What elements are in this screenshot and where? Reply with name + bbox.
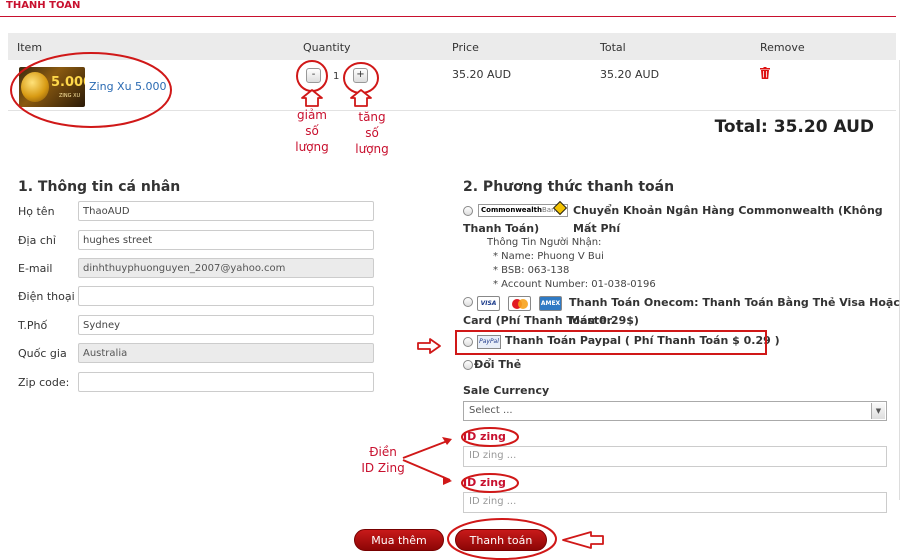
email-field[interactable]: [78, 258, 374, 278]
payment-method-title: 2. Phương thức thanh toán: [463, 179, 675, 195]
coins-graphic: [21, 72, 49, 102]
label-phone: Điện thoại: [18, 290, 75, 303]
annotation-decrease: giảm số lượng: [295, 108, 329, 154]
zip-input[interactable]: [78, 372, 374, 392]
chevron-down-icon[interactable]: ▼: [871, 403, 885, 419]
mastercard-icon: [508, 296, 531, 311]
label-address: Địa chỉ: [18, 234, 56, 247]
product-image-subtext: ZING XU: [59, 93, 81, 99]
label-fullname: Họ tên: [18, 205, 55, 218]
sale-currency-value: Select ...: [469, 405, 513, 416]
cart-table-header: Item Quantity Price Total Remove: [8, 33, 896, 60]
col-item: Item: [17, 41, 43, 54]
card-payment-label-2: Card (Phí Thanh Toán 0.29$): [463, 314, 639, 327]
paypal-icon: PayPal: [477, 335, 501, 349]
city-input[interactable]: [78, 315, 374, 335]
id-zing-label-1: ID zing: [463, 430, 506, 443]
product-name-link[interactable]: Zing Xu 5.000: [89, 80, 167, 93]
decrease-quantity-button[interactable]: -: [306, 68, 321, 83]
card-exchange-label: Đổi Thẻ: [474, 358, 522, 371]
quantity-value: 1: [333, 71, 340, 82]
receiver-bsb: * BSB: 063-138: [493, 265, 570, 276]
cart-divider: [8, 110, 896, 111]
product-total: 35.20 AUD: [600, 68, 660, 81]
country-field[interactable]: [78, 343, 374, 363]
product-price: 35.20 AUD: [452, 68, 512, 81]
checkout-button[interactable]: Thanh toán: [455, 529, 547, 551]
product-image[interactable]: 5.000 ZING XU: [19, 67, 85, 107]
id-zing-input-2[interactable]: ID zing ...: [463, 492, 887, 513]
personal-info-title: 1. Thông tin cá nhân: [18, 179, 181, 195]
id-zing-input-1[interactable]: ID zing ...: [463, 446, 887, 467]
label-country: Quốc gia: [18, 347, 67, 360]
radio-bank-transfer[interactable]: [463, 206, 473, 216]
visa-icon: VISA: [477, 296, 500, 311]
receiver-heading: Thông Tin Người Nhận:: [487, 237, 602, 248]
amex-icon: AMEX: [539, 296, 562, 311]
address-input[interactable]: [78, 230, 374, 250]
col-remove: Remove: [760, 41, 805, 54]
sale-currency-label: Sale Currency: [463, 384, 550, 397]
trash-icon[interactable]: [760, 67, 770, 79]
id-zing-label-2: ID zing: [463, 476, 506, 489]
col-price: Price: [452, 41, 479, 54]
product-image-text: 5.000: [51, 75, 85, 90]
title-divider: [0, 16, 896, 17]
label-zip: Zip code:: [18, 376, 70, 389]
label-email: E-mail: [18, 262, 53, 275]
bank-logo-bold: Commonwealth: [481, 206, 542, 214]
col-total: Total: [600, 41, 626, 54]
radio-card-exchange[interactable]: [463, 360, 473, 370]
grand-total: Total: 35.20 AUD: [714, 117, 874, 137]
label-city: T.Phố: [18, 319, 48, 332]
sale-currency-select[interactable]: Select ... ▼: [463, 401, 887, 421]
phone-input[interactable]: [78, 286, 374, 306]
annotation-increase: tăng số lượng: [355, 110, 389, 156]
annotation-fill-id: Điền ID Zing: [361, 445, 405, 475]
bank-transfer-label: Chuyển Khoản Ngân Hàng Commonwealth (Khô…: [573, 204, 883, 235]
increase-quantity-button[interactable]: +: [353, 68, 368, 83]
fullname-input[interactable]: [78, 201, 374, 221]
col-quantity: Quantity: [303, 41, 351, 54]
buy-more-button[interactable]: Mua thêm: [354, 529, 444, 551]
radio-paypal[interactable]: [463, 337, 473, 347]
page-title: THANH TOÁN: [6, 0, 81, 11]
paypal-label: Thanh Toán Paypal ( Phí Thanh Toán $ 0.2…: [505, 334, 780, 347]
receiver-account: * Account Number: 01-038-0196: [493, 279, 656, 290]
receiver-name: * Name: Phuong V Bui: [493, 251, 604, 262]
radio-card-payment[interactable]: [463, 297, 473, 307]
bank-transfer-label-2: Thanh Toán): [463, 222, 540, 235]
